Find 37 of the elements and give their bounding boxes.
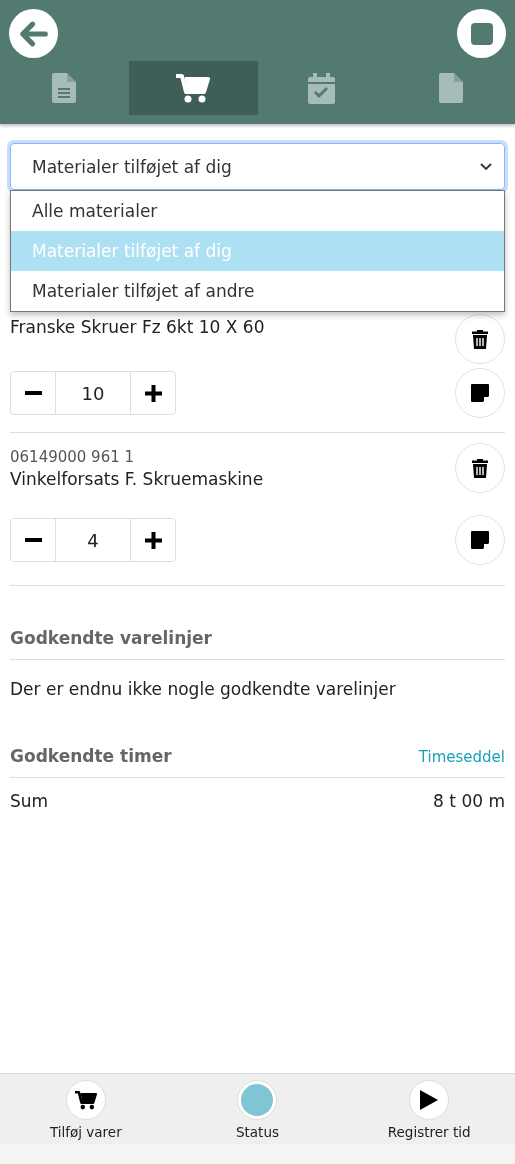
- plus-icon: [144, 384, 162, 402]
- delete-button[interactable]: [455, 314, 505, 364]
- dropdown-option[interactable]: Alle materialer: [11, 191, 504, 231]
- document-icon: [52, 73, 77, 103]
- note-button[interactable]: [455, 368, 505, 418]
- sticky-note-icon: [471, 531, 489, 549]
- delete-button[interactable]: [455, 443, 505, 493]
- cart-icon: [176, 73, 211, 103]
- file-icon: [438, 73, 463, 103]
- calendar-check-icon: [308, 72, 336, 104]
- sum-label: Sum: [10, 791, 49, 811]
- bottom-bar-button[interactable]: Status: [192, 1074, 323, 1144]
- stop-icon: [470, 22, 493, 45]
- minus-icon: [24, 391, 42, 395]
- sum-value: 8 t 00 m: [433, 791, 505, 811]
- item-name: Franske Skruer Fz 6kt 10 X 60: [10, 317, 265, 337]
- trash-icon: [472, 329, 488, 349]
- bottom-bar-button[interactable]: Registrer tid: [364, 1074, 495, 1144]
- cart-icon: [74, 1090, 97, 1110]
- note-button[interactable]: [455, 515, 505, 565]
- minus-icon: [24, 538, 42, 542]
- stop-button[interactable]: [457, 9, 506, 58]
- empty-message: Der er endnu ikke nogle godkendte varelinjer: [10, 679, 397, 699]
- trash-icon: [472, 458, 488, 478]
- section-heading: Godkendte varelinjer: [10, 628, 505, 660]
- section-heading: Godkendte timer: [10, 746, 172, 766]
- dropdown-option[interactable]: Materialer tilføjet af andre: [11, 271, 504, 311]
- material-filter-select[interactable]: Materialer tilføjet af dig: [10, 143, 505, 190]
- item-name: Vinkelforsats F. Skruemaskine: [10, 468, 264, 489]
- item-number: 06149000 961 1: [10, 447, 136, 466]
- back-button[interactable]: [9, 9, 58, 58]
- play-icon: [420, 1090, 439, 1110]
- chevron-down-icon: [480, 162, 492, 171]
- plus-icon: [144, 531, 162, 549]
- tab[interactable]: [128, 61, 258, 115]
- bottom-bar-button[interactable]: Tilføj varer: [20, 1074, 151, 1144]
- sticky-note-icon: [471, 384, 489, 402]
